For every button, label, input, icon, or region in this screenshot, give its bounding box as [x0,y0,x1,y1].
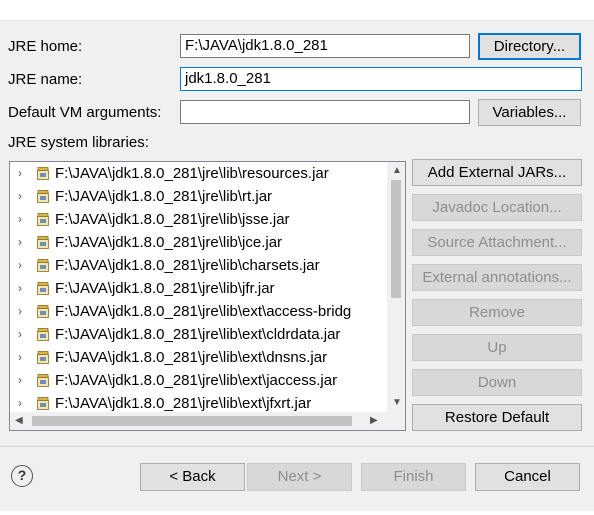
chevron-right-icon[interactable]: › [18,277,28,300]
library-row[interactable]: › F:\JAVA\jdk1.8.0_281\jre\lib\ext\dnsns.… [10,346,388,369]
chevron-right-icon[interactable]: › [18,162,28,185]
jar-file-icon [37,259,49,272]
variables-button[interactable]: Variables... [478,99,581,126]
external-annotations-button[interactable]: External annotations... [412,264,582,291]
horizontal-scrollbar[interactable]: ◀ ▶ [10,412,388,430]
jre-home-input[interactable]: F:\JAVA\jdk1.8.0_281 [180,34,470,58]
chevron-right-icon[interactable]: › [18,323,28,346]
finish-button[interactable]: Finish [361,463,466,491]
library-row[interactable]: › F:\JAVA\jdk1.8.0_281\jre\lib\resources.… [10,162,388,185]
scroll-right-arrow-icon[interactable]: ▶ [370,416,378,426]
footer-separator [0,446,594,447]
jre-libraries-label: JRE system libraries: [8,134,149,151]
jar-file-icon [37,328,49,341]
library-row[interactable]: › F:\JAVA\jdk1.8.0_281\jre\lib\ext\access… [10,300,388,323]
scroll-left-arrow-icon[interactable]: ◀ [15,416,23,426]
jre-home-label: JRE home: [8,38,83,55]
scroll-up-arrow-icon[interactable]: ▲ [392,166,402,176]
library-path: F:\JAVA\jdk1.8.0_281\jre\lib\jce.jar [55,234,283,251]
library-row[interactable]: › F:\JAVA\jdk1.8.0_281\jre\lib\ext\cldrda… [10,323,388,346]
horizontal-scroll-thumb[interactable] [32,416,352,426]
down-button[interactable]: Down [412,369,582,396]
library-row[interactable]: › F:\JAVA\jdk1.8.0_281\jre\lib\jce.jar [10,231,388,254]
up-button[interactable]: Up [412,334,582,361]
jar-file-icon [37,351,49,364]
jar-file-icon [37,374,49,387]
help-icon[interactable]: ? [11,465,33,487]
next-button[interactable]: Next > [247,463,352,491]
chevron-right-icon[interactable]: › [18,369,28,392]
jar-file-icon [37,236,49,249]
chevron-right-icon[interactable]: › [18,208,28,231]
library-path: F:\JAVA\jdk1.8.0_281\jre\lib\charsets.ja… [55,257,320,274]
jar-file-icon [37,305,49,318]
dialog-top-area [0,0,594,21]
scroll-down-arrow-icon[interactable]: ▼ [392,398,402,408]
library-path: F:\JAVA\jdk1.8.0_281\jre\lib\ext\cldrdat… [55,326,341,343]
scroll-corner [387,412,405,430]
jar-file-icon [37,397,49,410]
vm-arguments-label: Default VM arguments: [8,104,162,121]
chevron-right-icon[interactable]: › [18,346,28,369]
jar-file-icon [37,282,49,295]
javadoc-location-button[interactable]: Javadoc Location... [412,194,582,221]
vertical-scrollbar[interactable]: ▲ ▼ [387,162,405,412]
jre-name-label: JRE name: [8,71,83,88]
add-external-jars-button[interactable]: Add External JARs... [412,159,582,186]
library-row[interactable]: › F:\JAVA\jdk1.8.0_281\jre\lib\jfr.jar [10,277,388,300]
library-path: F:\JAVA\jdk1.8.0_281\jre\lib\rt.jar [55,188,273,205]
library-path: F:\JAVA\jdk1.8.0_281\jre\lib\ext\jaccess… [55,372,338,389]
chevron-right-icon[interactable]: › [18,185,28,208]
directory-button[interactable]: Directory... [478,33,581,60]
jar-file-icon [37,213,49,226]
library-row[interactable]: › F:\JAVA\jdk1.8.0_281\jre\lib\rt.jar [10,185,388,208]
chevron-right-icon[interactable]: › [18,300,28,323]
vm-arguments-input[interactable] [180,100,470,124]
source-attachment-button[interactable]: Source Attachment... [412,229,582,256]
library-path: F:\JAVA\jdk1.8.0_281\jre\lib\resources.j… [55,165,329,182]
back-button[interactable]: < Back [140,463,245,491]
library-path: F:\JAVA\jdk1.8.0_281\jre\lib\jfr.jar [55,280,275,297]
restore-default-button[interactable]: Restore Default [412,404,582,431]
dialog-bottom-edge [0,511,594,515]
library-path: F:\JAVA\jdk1.8.0_281\jre\lib\ext\access-… [55,303,352,320]
chevron-right-icon[interactable]: › [18,254,28,277]
jar-file-icon [37,190,49,203]
cancel-button[interactable]: Cancel [475,463,580,491]
library-row[interactable]: › F:\JAVA\jdk1.8.0_281\jre\lib\jsse.jar [10,208,388,231]
jre-name-input[interactable]: jdk1.8.0_281 [180,67,582,91]
remove-button[interactable]: Remove [412,299,582,326]
library-row[interactable]: › F:\JAVA\jdk1.8.0_281\jre\lib\ext\jacces… [10,369,388,392]
vertical-scroll-thumb[interactable] [391,180,401,298]
chevron-right-icon[interactable]: › [18,231,28,254]
jre-libraries-tree[interactable]: › F:\JAVA\jdk1.8.0_281\jre\lib\resources.… [9,161,406,431]
jar-file-icon [37,167,49,180]
library-path: F:\JAVA\jdk1.8.0_281\jre\lib\ext\dnsns.j… [55,349,328,366]
library-row[interactable]: › F:\JAVA\jdk1.8.0_281\jre\lib\charsets.j… [10,254,388,277]
library-path: F:\JAVA\jdk1.8.0_281\jre\lib\jsse.jar [55,211,290,228]
